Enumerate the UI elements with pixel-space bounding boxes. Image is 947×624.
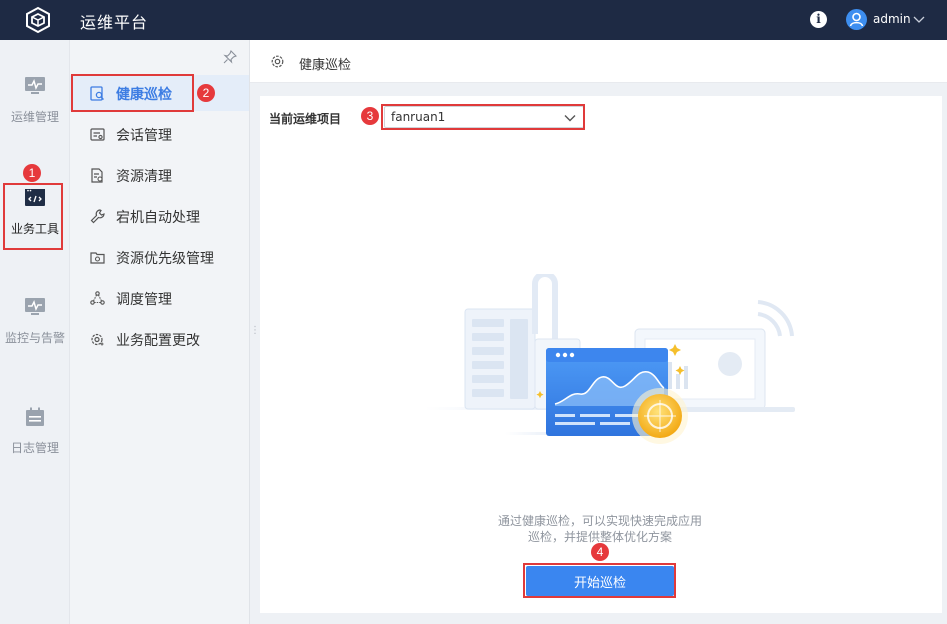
cube-logo-icon (26, 6, 50, 34)
user-icon (849, 12, 864, 27)
hint-text: 通过健康巡检，可以实现快速完成应用 巡检，并提供整体优化方案 (450, 513, 750, 545)
chevron-down-icon (564, 115, 576, 122)
info-icon[interactable]: i (810, 11, 827, 28)
code-window-icon (25, 189, 45, 206)
submenu-item-label: 资源清理 (116, 169, 172, 185)
project-select[interactable]: fanruan1 (384, 106, 584, 128)
submenu-item-resource-clean[interactable]: 资源清理 (70, 157, 249, 193)
rail-item-label: 日志管理 (10, 441, 59, 455)
page-title: 健康巡检 (299, 58, 352, 73)
avatar[interactable] (846, 9, 867, 30)
submenu-item-label: 健康巡检 (116, 87, 172, 103)
chevron-down-icon[interactable] (913, 13, 925, 25)
calendar-log-icon (26, 407, 44, 426)
rail-item-monitor-alarm[interactable]: 监控与告警 (0, 297, 70, 346)
left-rail: 运维管理 业务工具 监控与告警 日志管理 (0, 40, 70, 624)
start-check-button[interactable]: 开始巡检 (526, 566, 674, 596)
app-title: 运维平台 (80, 13, 149, 32)
top-bar: 运维平台 i admin (0, 0, 947, 40)
submenu-item-label: 宕机自动处理 (116, 210, 200, 226)
submenu-item-label: 调度管理 (116, 292, 172, 308)
rail-item-biz-tools[interactable]: 业务工具 (0, 188, 70, 237)
health-check-icon (90, 86, 104, 101)
project-select-value: fanruan1 (391, 110, 446, 124)
submenu-item-label: 业务配置更改 (116, 333, 200, 349)
schedule-icon (90, 291, 105, 305)
alarm-monitor-icon (25, 298, 45, 315)
step-badge-4: 4 (591, 543, 609, 561)
resource-clean-icon (91, 168, 103, 183)
resize-handle[interactable]: ⋮ (250, 322, 260, 340)
submenu-item-session[interactable]: 会话管理 (70, 116, 249, 152)
priority-icon (90, 252, 105, 264)
rail-item-logs[interactable]: 日志管理 (0, 407, 70, 456)
rail-item-label: 业务工具 (10, 222, 59, 236)
health-check-illustration (425, 274, 795, 444)
gear-icon (271, 55, 284, 68)
rail-item-ops[interactable]: 运维管理 (0, 76, 70, 125)
step-badge-1: 1 (23, 164, 41, 182)
monitor-icon (25, 77, 45, 94)
hint-line-1: 通过健康巡检，可以实现快速完成应用 (497, 514, 702, 528)
wrench-icon (90, 209, 105, 224)
session-icon (90, 128, 105, 141)
step-badge-2: 2 (197, 84, 215, 102)
project-label: 当前运维项目 (269, 112, 342, 126)
content-header: 健康巡检 (250, 40, 947, 83)
submenu-item-auto-recovery[interactable]: 宕机自动处理 (70, 198, 249, 234)
submenu-item-label: 会话管理 (116, 128, 172, 144)
submenu-panel: 健康巡检 会话管理 资源清理 宕机自动处理 资源优先级管理 调度管理 业务配置更… (70, 40, 250, 624)
submenu-item-schedule[interactable]: 调度管理 (70, 280, 249, 316)
rail-item-label: 运维管理 (10, 110, 59, 124)
submenu-item-priority[interactable]: 资源优先级管理 (70, 239, 249, 275)
step-badge-3: 3 (361, 107, 379, 125)
rail-item-label: 监控与告警 (4, 331, 65, 345)
submenu-item-health-check[interactable]: 健康巡检 (70, 75, 249, 111)
submenu-item-label: 资源优先级管理 (116, 251, 214, 267)
submenu-item-config-change[interactable]: 业务配置更改 (70, 321, 249, 357)
pin-icon[interactable] (223, 50, 237, 64)
main-panel: 当前运维项目 fanruan1 通过健康巡检，可以实现快速完成应用 巡检，并提供… (260, 96, 942, 613)
username[interactable]: admin (873, 12, 911, 26)
config-gear-icon (91, 333, 104, 346)
